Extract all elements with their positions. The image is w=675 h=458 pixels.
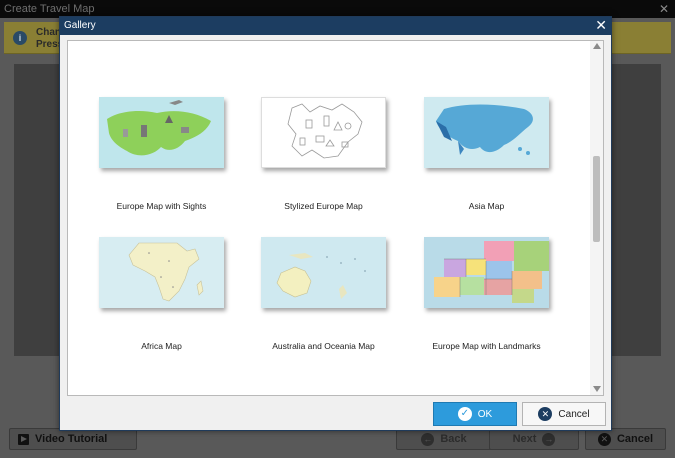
- cancel-button[interactable]: ✕ Cancel: [522, 402, 606, 426]
- asia-label: Asia Map: [468, 201, 505, 211]
- scrollbar-thumb[interactable]: [593, 156, 600, 242]
- parent-title: Create Travel Map: [4, 3, 95, 15]
- video-icon: [18, 433, 29, 445]
- stylized-europe-label: Stylized Europe Map: [284, 201, 363, 211]
- cancel-icon: ✕: [538, 407, 553, 421]
- parent-cancel-icon: ✕: [597, 432, 611, 446]
- dialog-title: Gallery: [64, 20, 96, 31]
- parent-close-icon[interactable]: ✕: [659, 0, 669, 18]
- cancel-label: Cancel: [558, 408, 590, 420]
- europe-landmarks-label: Europe Map with Landmarks: [432, 341, 541, 351]
- dialog-close-icon[interactable]: ✕: [595, 17, 607, 34]
- parent-cancel-label: Cancel: [616, 433, 654, 445]
- ok-button[interactable]: ✓ OK: [433, 402, 517, 426]
- africa-label: Africa Map: [141, 341, 182, 351]
- gallery-panel: Europe Map with Sights Stylized Europe M…: [67, 40, 604, 396]
- gallery-item-europe-landmarks[interactable]: Europe Map with Landmarks: [424, 237, 549, 351]
- scroll-up-arrow-icon[interactable]: [593, 43, 601, 49]
- next-label: Next: [512, 433, 537, 445]
- scroll-down-arrow-icon[interactable]: [593, 386, 601, 392]
- video-tutorial-label: Video Tutorial: [35, 433, 108, 445]
- gallery-item-stylized-europe[interactable]: Stylized Europe Map: [261, 97, 386, 211]
- australia-oceania-thumbnail: [261, 237, 386, 308]
- dialog-titlebar: Gallery ✕: [60, 17, 611, 35]
- europe-sights-label: Europe Map with Sights: [116, 201, 207, 211]
- gallery-scrollbar[interactable]: [590, 41, 603, 395]
- gallery-dialog: Gallery ✕ Europe Map with Sights Stylize…: [59, 16, 612, 431]
- gallery-item-africa[interactable]: Africa Map: [99, 237, 224, 351]
- back-arrow-icon: ←: [421, 432, 435, 446]
- australia-oceania-label: Australia and Oceania Map: [272, 341, 375, 351]
- gallery-item-europe-sights[interactable]: Europe Map with Sights: [99, 97, 224, 211]
- europe-sights-thumbnail: [99, 97, 224, 168]
- ok-label: OK: [477, 408, 493, 420]
- back-button[interactable]: ← Back: [396, 428, 492, 450]
- stylized-europe-thumbnail: [261, 97, 386, 168]
- gallery-item-asia[interactable]: Asia Map: [424, 97, 549, 211]
- asia-thumbnail: [424, 97, 549, 168]
- back-label: Back: [440, 433, 467, 445]
- europe-landmarks-thumbnail: [424, 237, 549, 308]
- next-button[interactable]: Next →: [489, 428, 579, 450]
- africa-thumbnail: [99, 237, 224, 308]
- info-icon: i: [13, 31, 27, 45]
- gallery-item-australia-oceania[interactable]: Australia and Oceania Map: [261, 237, 386, 351]
- checkmark-icon: ✓: [457, 407, 472, 421]
- video-tutorial-button[interactable]: Video Tutorial: [9, 428, 137, 450]
- next-arrow-icon: →: [542, 432, 556, 446]
- parent-cancel-button[interactable]: ✕ Cancel: [585, 428, 666, 450]
